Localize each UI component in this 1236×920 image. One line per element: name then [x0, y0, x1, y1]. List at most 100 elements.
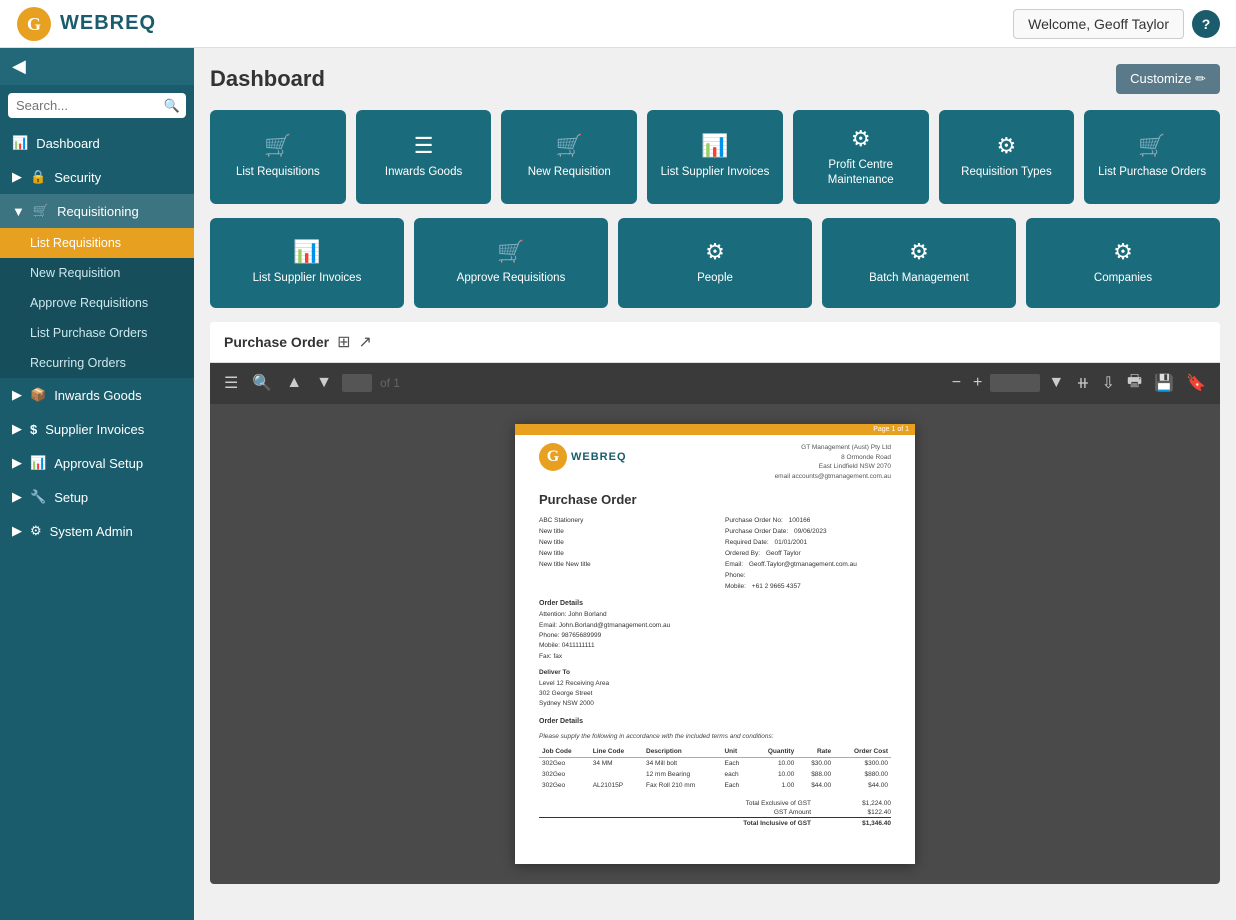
pdf-email: Geoff.Taylor@gtmanagement.com.au — [749, 561, 857, 568]
customize-button[interactable]: Customize ✏ — [1116, 64, 1220, 94]
tile-new-requisition[interactable]: 🛒 New Requisition — [501, 110, 637, 204]
po-panel-title: Purchase Order — [224, 334, 329, 350]
sidebar-sub-approve-requisitions[interactable]: Approve Requisitions — [0, 288, 194, 318]
pdf-logo-g-letter: G — [547, 448, 559, 466]
sidebar-sub-list-purchase-orders[interactable]: List Purchase Orders — [0, 318, 194, 348]
sidebar-sub-new-requisition[interactable]: New Requisition — [0, 258, 194, 288]
table-cell: 302Geo — [539, 769, 590, 780]
sidebar-item-label: Supplier Invoices — [45, 422, 144, 437]
table-cell: $44.00 — [834, 780, 891, 791]
pdf-details-row: ABC Stationery New title New title New t… — [539, 515, 891, 592]
po-panel: Purchase Order ⊞ ↗ ☰ 🔍 ▲ ▼ 1 of 1 − + 70… — [210, 322, 1220, 884]
pdf-col-description: Description — [643, 746, 721, 758]
app-body: ◀ 🔍 📊 Dashboard ▶ 🔒 Security ▼ 🛒 Requisi… — [0, 48, 1236, 920]
pdf-order-details-title2: Order Details — [539, 718, 891, 725]
pdf-supplier-line2: New title — [539, 537, 705, 548]
pdf-mobile: +61 2 9665 4357 — [752, 583, 801, 590]
tile-requisition-types[interactable]: ⚙ Requisition Types — [939, 110, 1075, 204]
search-input[interactable] — [8, 93, 186, 118]
pdf-col-rate: Rate — [797, 746, 834, 758]
sidebar-item-approval-setup[interactable]: ▶ 📊 Approval Setup — [0, 446, 194, 480]
table-cell: AL21015P — [590, 780, 643, 791]
pdf-fullscreen-button[interactable]: ⧺ — [1072, 371, 1093, 395]
sidebar-item-requisitioning[interactable]: ▼ 🛒 Requisitioning — [0, 194, 194, 228]
tile-list-supplier-invoices[interactable]: 📊 List Supplier Invoices — [647, 110, 783, 204]
tile-list-supplier-invoices2[interactable]: 📊 List Supplier Invoices — [210, 218, 404, 308]
pdf-po-date-row: Purchase Order Date: 09/06/2023 — [725, 526, 891, 537]
po-panel-header: Purchase Order ⊞ ↗ — [210, 322, 1220, 363]
table-cell: Each — [721, 757, 751, 769]
pdf-od-fax: fax — [553, 653, 562, 660]
pdf-line-items-table: Job Code Line Code Description Unit Quan… — [539, 746, 891, 791]
pdf-order-details-title: Order Details — [539, 600, 891, 607]
pdf-deliver-to-block: Deliver To Level 12 Receiving Area 302 G… — [539, 668, 891, 710]
gear-icon: ⚙ — [30, 523, 42, 539]
pdf-od-mobile: 0411111111 — [562, 642, 595, 649]
po-panel-icon1[interactable]: ⊞ — [337, 332, 350, 352]
pdf-print-button[interactable]: 🖶 — [1123, 368, 1146, 399]
pdf-po-details-col: Purchase Order No: 100166 Purchase Order… — [725, 515, 891, 592]
logo-icon: G — [16, 6, 52, 42]
sidebar-item-label: Setup — [54, 490, 88, 505]
cart-icon: 🛒 — [33, 203, 49, 219]
sidebar-sub-list-requisitions[interactable]: List Requisitions — [0, 228, 194, 258]
pdf-zoom-in-button[interactable]: + — [969, 372, 986, 394]
pdf-bookmark-button[interactable]: 🔖 — [1182, 371, 1210, 395]
pdf-page: Page 1 of 1 G WEBREQ GT Management (Aust… — [515, 424, 915, 864]
pdf-toolbar-right: − + 70% ▼ ⧺ ⇩ 🖶 💾 🔖 — [948, 368, 1210, 399]
pdf-totals: Total Exclusive of GST $1,224.00 GST Amo… — [539, 799, 891, 828]
dashboard-tiles-row1: 🛒 List Requisitions ☰ Inwards Goods 🛒 Ne… — [210, 110, 1220, 204]
sidebar-item-dashboard[interactable]: 📊 Dashboard — [0, 126, 194, 160]
pdf-zoom-input[interactable]: 70% — [990, 374, 1040, 392]
pdf-zoom-out-button[interactable]: − — [948, 372, 965, 394]
tile-inwards-goods[interactable]: ☰ Inwards Goods — [356, 110, 492, 204]
tile-list-requisitions[interactable]: 🛒 List Requisitions — [210, 110, 346, 204]
tile-companies[interactable]: ⚙ Companies — [1026, 218, 1220, 308]
pdf-next-page-button[interactable]: ▼ — [312, 372, 336, 394]
pdf-email-row: Email: Geoff.Taylor@gtmanagement.com.au — [725, 559, 891, 570]
chevron-down-icon: ▼ — [12, 204, 25, 219]
table-row: 302Geo34 MM34 Mill boltEach10.00$30.00$3… — [539, 757, 891, 769]
tile-batch-management[interactable]: ⚙ Batch Management — [822, 218, 1016, 308]
pdf-page-input[interactable]: 1 — [342, 374, 372, 392]
pdf-header-row: G WEBREQ GT Management (Aust) Pty Ltd 8 … — [539, 443, 891, 482]
pdf-col-quantity: Quantity — [751, 746, 797, 758]
pdf-page-total: of 1 — [380, 376, 400, 390]
po-panel-icon2[interactable]: ↗ — [358, 332, 371, 352]
pdf-search-button[interactable]: 🔍 — [248, 371, 276, 395]
sidebar-item-system-admin[interactable]: ▶ ⚙ System Admin — [0, 514, 194, 548]
tile-label: Companies — [1094, 271, 1152, 286]
tile-label: New Requisition — [528, 165, 611, 180]
pdf-total-excl-gst-val: $1,224.00 — [841, 800, 891, 807]
sidebar-item-setup[interactable]: ▶ 🔧 Setup — [0, 480, 194, 514]
sidebar-sub-requisitioning: List Requisitions New Requisition Approv… — [0, 228, 194, 378]
help-button[interactable]: ? — [1192, 10, 1220, 38]
pdf-deliver-line2: 302 George Street — [539, 689, 891, 699]
pdf-prev-page-button[interactable]: ▲ — [282, 372, 306, 394]
sidebar-item-security[interactable]: ▶ 🔒 Security — [0, 160, 194, 194]
list-icon: ☰ — [414, 133, 434, 159]
sidebar-back-button[interactable]: ◀ — [0, 48, 194, 85]
pdf-zoom-dropdown-button[interactable]: ▼ — [1044, 372, 1068, 394]
tile-people[interactable]: ⚙ People — [618, 218, 812, 308]
gear-icon: ⚙ — [1113, 239, 1133, 265]
pdf-phone-label: Phone: — [725, 572, 746, 579]
pdf-gst-row: GST Amount $122.40 — [539, 808, 891, 817]
pdf-gst-label: GST Amount — [774, 809, 811, 816]
tile-approve-requisitions[interactable]: 🛒 Approve Requisitions — [414, 218, 608, 308]
pdf-total-incl-gst-label: Total Inclusive of GST — [743, 820, 811, 827]
gear-icon: ⚙ — [851, 126, 871, 152]
tile-list-po[interactable]: 🛒 List Purchase Orders — [1084, 110, 1220, 204]
sidebar-item-inwards-goods[interactable]: ▶ 📦 Inwards Goods — [0, 378, 194, 412]
pdf-mobile-row: Mobile: +61 2 9665 4357 — [725, 581, 891, 592]
pdf-supplier-line4: New title New title — [539, 559, 705, 570]
sidebar-item-supplier-invoices[interactable]: ▶ $ Supplier Invoices — [0, 412, 194, 446]
table-row: 302Geo12 mm Bearingeach10.00$88.00$880.0… — [539, 769, 891, 780]
tile-profit-centre[interactable]: ⚙ Profit Centre Maintenance — [793, 110, 929, 204]
pdf-toggle-sidebar-button[interactable]: ☰ — [220, 371, 242, 395]
sidebar-sub-recurring-orders[interactable]: Recurring Orders — [0, 348, 194, 378]
dollar-icon: $ — [30, 422, 37, 437]
pdf-attention: John Borland — [568, 611, 606, 618]
pdf-download-button[interactable]: ⇩ — [1098, 371, 1119, 395]
pdf-save-button[interactable]: 💾 — [1150, 371, 1178, 395]
